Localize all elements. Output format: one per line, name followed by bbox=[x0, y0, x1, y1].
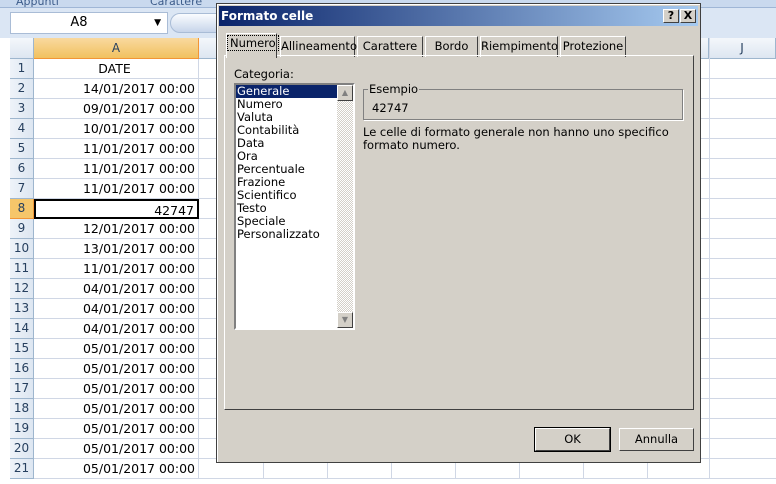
cell[interactable]: 04/01/2017 00:00 bbox=[34, 279, 199, 299]
cell[interactable]: 05/01/2017 00:00 bbox=[34, 339, 199, 359]
cancel-button[interactable]: Annulla bbox=[619, 428, 694, 451]
row-header[interactable]: 20 bbox=[10, 439, 34, 459]
cell[interactable]: 11/01/2017 00:00 bbox=[34, 159, 199, 179]
category-label: Categoria: bbox=[234, 67, 294, 81]
row-header[interactable]: 10 bbox=[10, 239, 34, 259]
column-header-j[interactable]: J bbox=[709, 38, 776, 59]
row-header[interactable]: 8 bbox=[10, 199, 34, 219]
cell[interactable]: 14/01/2017 00:00 bbox=[34, 79, 199, 99]
category-scrollbar[interactable]: ▲ ▼ bbox=[337, 85, 353, 328]
row-header[interactable]: 15 bbox=[10, 339, 34, 359]
cell[interactable]: 05/01/2017 00:00 bbox=[34, 379, 199, 399]
tab-numero[interactable]: Numero bbox=[226, 33, 279, 58]
row-header[interactable]: 7 bbox=[10, 179, 34, 199]
tab-bordo[interactable]: Bordo bbox=[425, 36, 478, 57]
row-header[interactable]: 12 bbox=[10, 279, 34, 299]
sample-label: Esempio bbox=[368, 82, 420, 96]
format-cells-dialog: Formato celle ? X Numero Allineamento Ca… bbox=[216, 3, 701, 463]
column-header-a[interactable]: A bbox=[34, 38, 199, 59]
cell[interactable]: 05/01/2017 00:00 bbox=[34, 459, 199, 479]
row-header[interactable]: 19 bbox=[10, 419, 34, 439]
row-header[interactable]: 9 bbox=[10, 219, 34, 239]
cell[interactable]: 05/01/2017 00:00 bbox=[34, 399, 199, 419]
ribbon-group-carattere: Carattere bbox=[150, 0, 203, 8]
close-icon[interactable]: X bbox=[680, 9, 696, 23]
cell[interactable]: 11/01/2017 00:00 bbox=[34, 259, 199, 279]
row-header[interactable]: 16 bbox=[10, 359, 34, 379]
tab-panel-numero: Categoria: ▲ ▼ Generale Numero Valuta Conta… bbox=[224, 55, 694, 410]
cell[interactable]: DATE bbox=[34, 59, 199, 79]
grid-column-line bbox=[709, 38, 710, 478]
cell[interactable]: 13/01/2017 00:00 bbox=[34, 239, 199, 259]
row-header[interactable]: 21 bbox=[10, 459, 34, 479]
row-header[interactable]: 6 bbox=[10, 159, 34, 179]
cell[interactable]: 12/01/2017 00:00 bbox=[34, 219, 199, 239]
ribbon-group-appunti: Appunti bbox=[16, 0, 59, 8]
cell[interactable]: 04/01/2017 00:00 bbox=[34, 319, 199, 339]
row-header[interactable]: 13 bbox=[10, 299, 34, 319]
category-list[interactable]: ▲ ▼ Generale Numero Valuta Contabilità Data O… bbox=[234, 83, 355, 330]
dialog-title-bar: Formato celle ? X bbox=[219, 6, 698, 26]
row-header[interactable]: 2 bbox=[10, 79, 34, 99]
scroll-up-icon[interactable]: ▲ bbox=[337, 85, 353, 101]
row-header[interactable]: 11 bbox=[10, 259, 34, 279]
cell[interactable]: 11/01/2017 00:00 bbox=[34, 139, 199, 159]
cell[interactable]: 04/01/2017 00:00 bbox=[34, 299, 199, 319]
sample-group: Esempio 42747 bbox=[363, 82, 683, 120]
row-header[interactable]: 4 bbox=[10, 119, 34, 139]
row-header[interactable]: 14 bbox=[10, 319, 34, 339]
row-header[interactable]: 3 bbox=[10, 99, 34, 119]
cell[interactable]: 05/01/2017 00:00 bbox=[34, 359, 199, 379]
name-box[interactable]: A8 ▼ bbox=[10, 12, 168, 34]
cell[interactable]: 11/01/2017 00:00 bbox=[34, 179, 199, 199]
dialog-title: Formato celle bbox=[221, 9, 314, 23]
chevron-down-icon[interactable]: ▼ bbox=[154, 13, 161, 33]
category-description: Le celle di formato generale non hanno u… bbox=[363, 125, 669, 152]
row-header[interactable]: 17 bbox=[10, 379, 34, 399]
cell[interactable]: 09/01/2017 00:00 bbox=[34, 99, 199, 119]
tab-allineamento[interactable]: Allineamento bbox=[280, 36, 357, 57]
cell[interactable]: 05/01/2017 00:00 bbox=[34, 439, 199, 459]
tab-protezione[interactable]: Protezione bbox=[560, 36, 626, 57]
select-all-corner[interactable] bbox=[10, 38, 34, 59]
tab-carattere[interactable]: Carattere bbox=[357, 36, 423, 57]
cell[interactable]: 05/01/2017 00:00 bbox=[34, 419, 199, 439]
active-cell[interactable]: 42747 bbox=[34, 199, 199, 219]
category-item[interactable]: Personalizzato bbox=[236, 228, 337, 241]
sample-value: 42747 bbox=[372, 101, 409, 115]
cell[interactable]: 10/01/2017 00:00 bbox=[34, 119, 199, 139]
scroll-down-icon[interactable]: ▼ bbox=[337, 312, 353, 328]
row-header[interactable]: 5 bbox=[10, 139, 34, 159]
name-box-value: A8 bbox=[70, 15, 88, 30]
help-icon[interactable]: ? bbox=[663, 9, 679, 23]
row-header[interactable]: 18 bbox=[10, 399, 34, 419]
row-header[interactable]: 1 bbox=[10, 59, 34, 79]
ok-button[interactable]: OK bbox=[534, 427, 611, 452]
tab-riempimento[interactable]: Riempimento bbox=[480, 36, 558, 57]
